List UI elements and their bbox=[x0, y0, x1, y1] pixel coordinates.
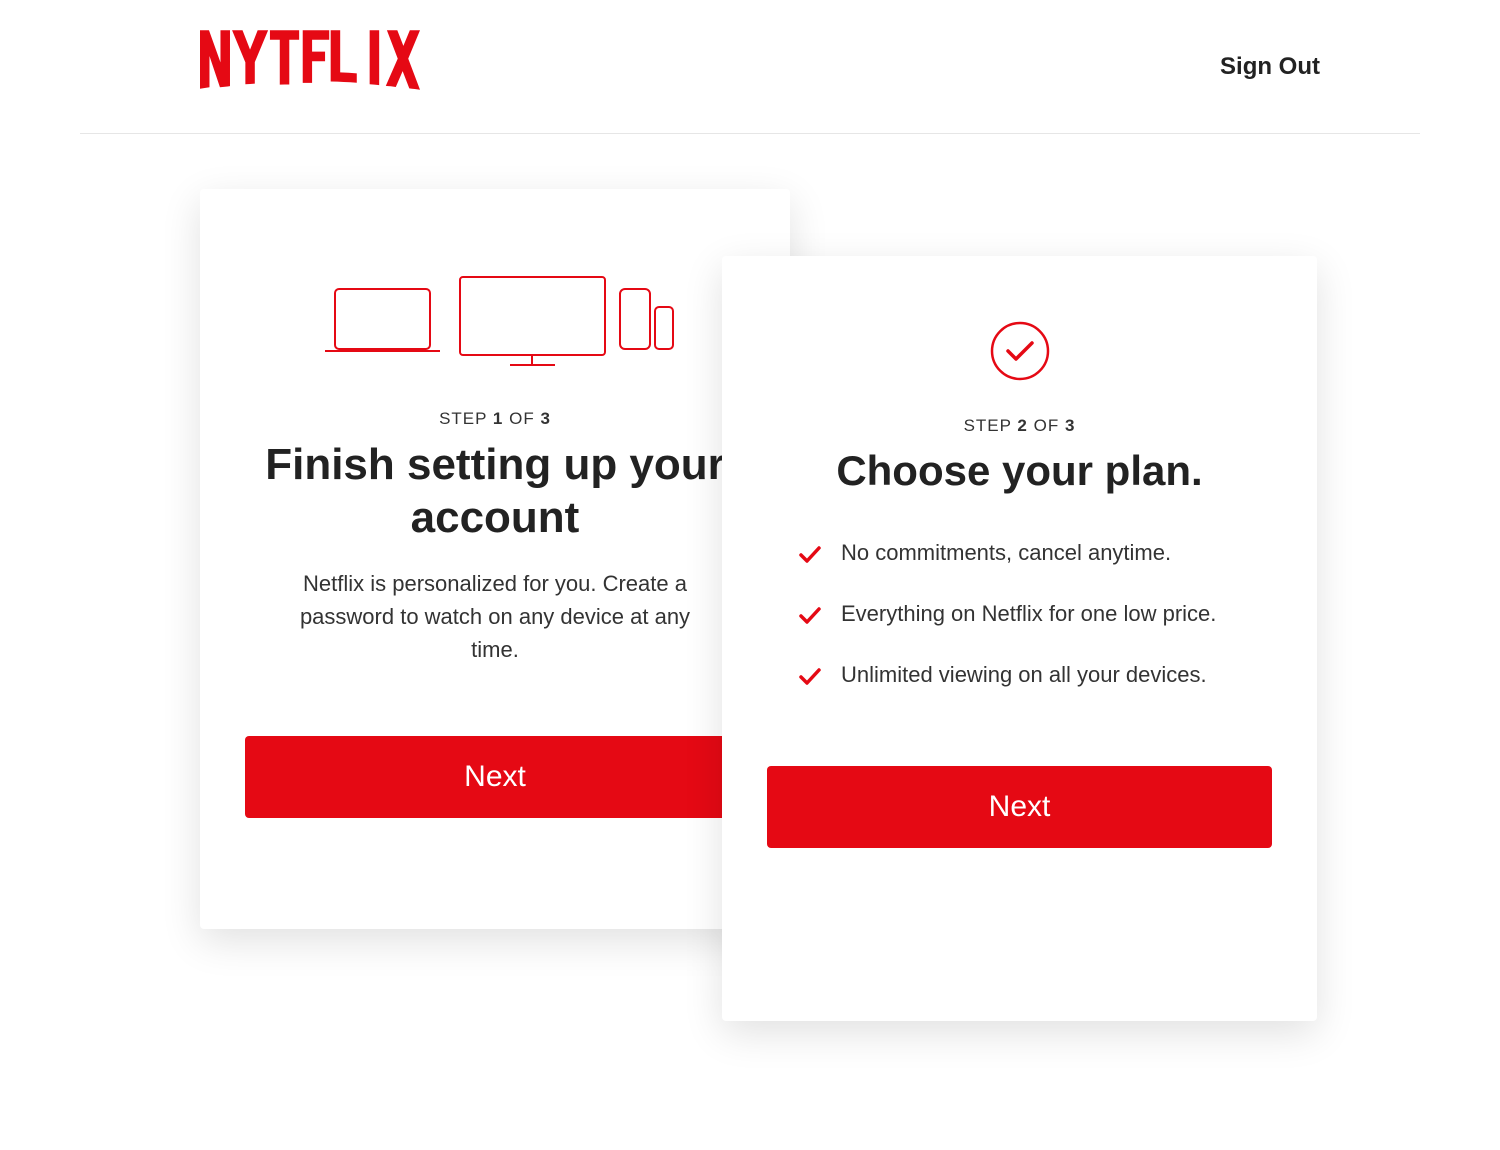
netflix-logo[interactable] bbox=[200, 30, 420, 103]
step-of: OF bbox=[1034, 416, 1060, 435]
next-button[interactable]: Next bbox=[245, 736, 745, 818]
benefit-item: Everything on Netflix for one low price. bbox=[797, 599, 1242, 634]
card-title: Choose your plan. bbox=[767, 446, 1272, 496]
devices-icon bbox=[245, 269, 745, 374]
step-current: 1 bbox=[493, 409, 503, 428]
choose-plan-card: STEP 2 OF 3 Choose your plan. No commitm… bbox=[722, 256, 1317, 1021]
benefit-text: Unlimited viewing on all your devices. bbox=[841, 660, 1207, 691]
card-subtitle: Netflix is personalized for you. Create … bbox=[245, 567, 745, 666]
check-circle-icon bbox=[767, 321, 1272, 386]
benefits-list: No commitments, cancel anytime. Everythi… bbox=[767, 518, 1272, 751]
header: Sign Out bbox=[80, 0, 1420, 134]
step-of: OF bbox=[509, 409, 535, 428]
next-button[interactable]: Next bbox=[767, 766, 1272, 848]
step-prefix: STEP bbox=[439, 409, 487, 428]
step-indicator: STEP 2 OF 3 bbox=[767, 416, 1272, 436]
step-indicator: STEP 1 OF 3 bbox=[245, 409, 745, 429]
step-total: 3 bbox=[1065, 416, 1075, 435]
checkmark-icon bbox=[797, 664, 823, 695]
card-title: Finish setting up your account bbox=[245, 439, 745, 545]
checkmark-icon bbox=[797, 603, 823, 634]
setup-account-card: STEP 1 OF 3 Finish setting up your accou… bbox=[200, 189, 790, 929]
step-total: 3 bbox=[540, 409, 550, 428]
step-prefix: STEP bbox=[964, 416, 1012, 435]
benefit-item: No commitments, cancel anytime. bbox=[797, 538, 1242, 573]
content-area: STEP 1 OF 3 Finish setting up your accou… bbox=[0, 134, 1500, 1144]
benefit-item: Unlimited viewing on all your devices. bbox=[797, 660, 1242, 695]
benefit-text: Everything on Netflix for one low price. bbox=[841, 599, 1216, 630]
sign-out-link[interactable]: Sign Out bbox=[1220, 53, 1320, 81]
checkmark-icon bbox=[797, 542, 823, 573]
step-current: 2 bbox=[1017, 416, 1027, 435]
benefit-text: No commitments, cancel anytime. bbox=[841, 538, 1171, 569]
